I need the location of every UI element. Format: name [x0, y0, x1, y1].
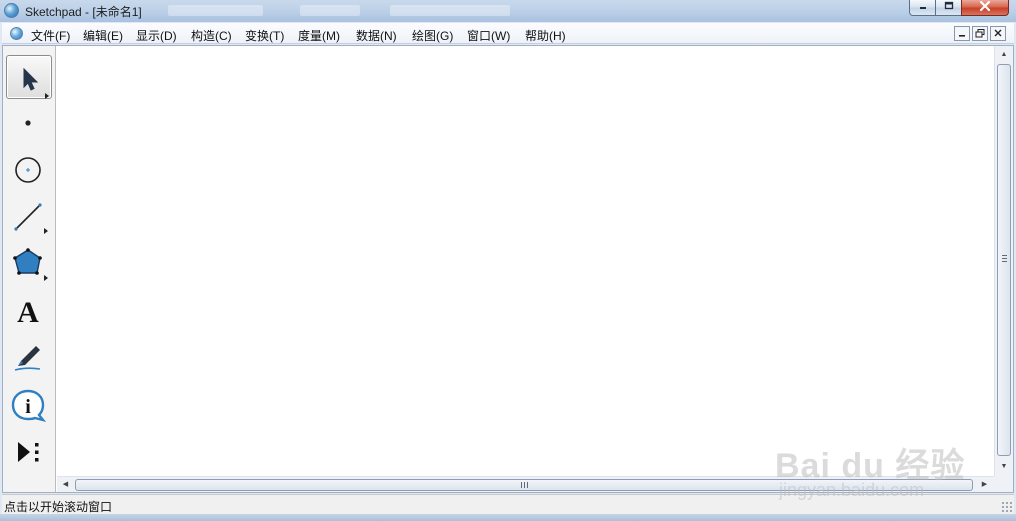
status-text: 点击以开始滚动窗口	[4, 500, 113, 514]
arrow-select-icon	[23, 67, 49, 99]
document-icon[interactable]	[10, 27, 23, 40]
menu-edit[interactable]: 编辑(E)	[83, 27, 123, 44]
text-tool[interactable]: A	[6, 289, 52, 333]
document-close-button[interactable]	[990, 26, 1006, 41]
minimize-icon	[959, 35, 965, 37]
vertical-scrollbar[interactable]: ▲ ▼	[994, 46, 1013, 476]
sketchpad-app-icon[interactable]	[4, 3, 19, 18]
text-a-icon: A	[17, 296, 39, 329]
document-minimize-button[interactable]	[954, 26, 970, 41]
title-bar-decoration	[168, 5, 263, 16]
menu-file[interactable]: 文件(F)	[31, 27, 70, 44]
info-icon: i	[11, 389, 47, 423]
window-title: Sketchpad - [未命名1]	[25, 5, 142, 19]
menu-construct[interactable]: 构造(C)	[191, 27, 232, 44]
scrollbar-corner	[994, 476, 1013, 492]
resize-grip-icon[interactable]	[1001, 501, 1012, 512]
menu-measure[interactable]: 度量(M)	[298, 27, 340, 44]
close-icon	[994, 29, 1002, 37]
title-bar-decoration	[300, 5, 360, 16]
maximize-icon	[944, 1, 953, 10]
polygon-tool[interactable]	[6, 242, 52, 286]
compass-tool[interactable]	[6, 148, 52, 192]
vertical-scroll-thumb[interactable]	[997, 64, 1011, 456]
scroll-down-arrow-icon[interactable]: ▼	[995, 458, 1013, 475]
document-workspace: A i ▲ ▼ ◀ ▶	[2, 45, 1014, 493]
title-bar-decoration	[390, 5, 510, 16]
line-segment-icon	[14, 203, 48, 234]
minimize-button[interactable]	[909, 0, 936, 16]
scroll-grip-icon	[521, 482, 528, 488]
sketch-canvas[interactable]	[57, 46, 994, 476]
window-frame-bottom	[0, 514, 1016, 521]
play-dots-icon	[18, 442, 39, 462]
watermark-url: jingyan.baidu.com	[779, 480, 925, 500]
arrow-tool[interactable]	[6, 55, 52, 99]
info-tool-glyph: i	[25, 396, 31, 418]
marker-pen-icon	[14, 346, 41, 371]
maximize-button[interactable]	[935, 0, 962, 16]
restore-icon	[975, 29, 985, 38]
marker-tool[interactable]	[6, 336, 52, 380]
point-tool[interactable]	[6, 101, 52, 145]
circle-icon	[15, 157, 41, 183]
custom-tool[interactable]	[6, 430, 52, 474]
information-tool[interactable]: i	[6, 383, 52, 427]
document-restore-button[interactable]	[972, 26, 988, 41]
straightedge-tool[interactable]	[6, 195, 52, 239]
menu-transform[interactable]: 变换(T)	[245, 27, 284, 44]
scroll-grip-icon	[1002, 255, 1007, 262]
menu-graph[interactable]: 绘图(G)	[412, 27, 453, 44]
polygon-icon	[13, 248, 48, 281]
menu-display[interactable]: 显示(D)	[136, 27, 177, 44]
sketchpad-window: Sketchpad - [未命名1] 文件(F) 编辑(E) 显示(D) 构造(…	[0, 0, 1016, 521]
scroll-up-arrow-icon[interactable]: ▲	[995, 46, 1013, 63]
close-button[interactable]	[961, 0, 1009, 16]
title-bar: Sketchpad - [未命名1]	[0, 0, 1016, 22]
scroll-left-arrow-icon[interactable]: ◀	[57, 477, 74, 493]
point-icon	[25, 120, 31, 126]
scroll-right-arrow-icon[interactable]: ▶	[976, 477, 993, 493]
menu-data[interactable]: 数据(N)	[356, 27, 397, 44]
text-tool-glyph: A	[17, 296, 39, 329]
close-icon	[979, 0, 991, 12]
menu-help[interactable]: 帮助(H)	[525, 27, 566, 44]
menu-bar: 文件(F) 编辑(E) 显示(D) 构造(C) 变换(T) 度量(M) 数据(N…	[2, 23, 1014, 44]
minimize-icon	[919, 7, 926, 9]
menu-window[interactable]: 窗口(W)	[467, 27, 510, 44]
toolbox: A i	[3, 46, 56, 492]
